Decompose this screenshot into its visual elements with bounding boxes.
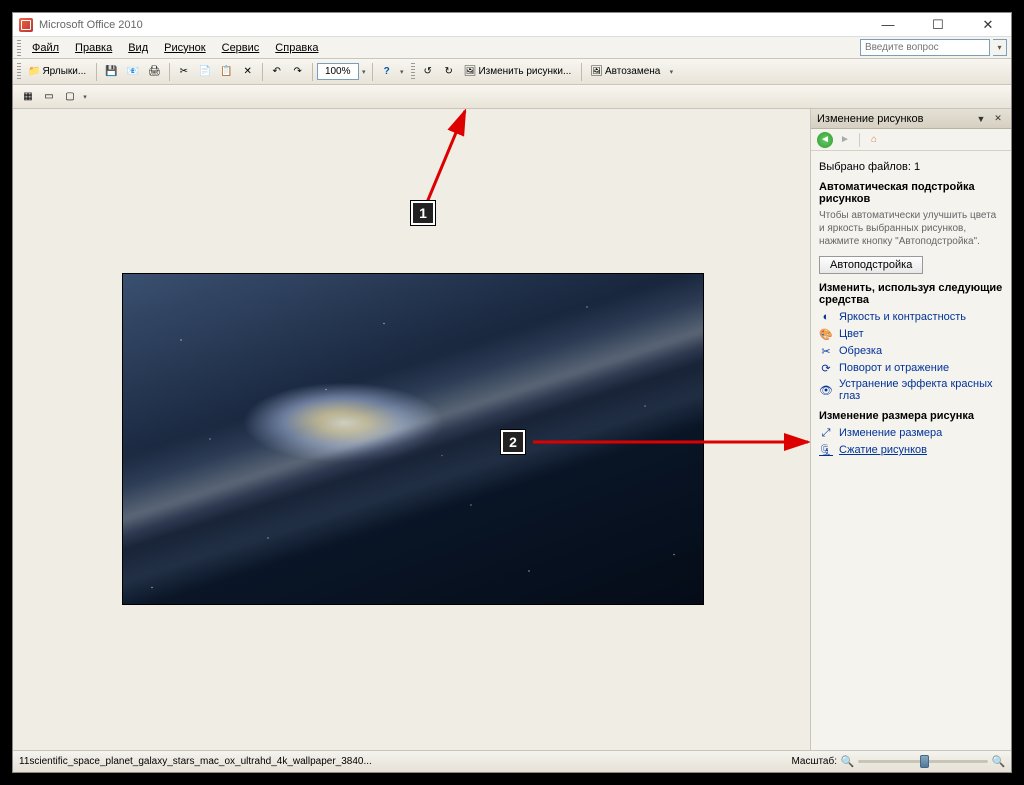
zoom-dropdown-icon[interactable]: ▾ xyxy=(360,68,368,76)
crop-icon: ✂ xyxy=(819,344,833,358)
close-button[interactable]: ✕ xyxy=(971,15,1005,35)
toolbar-view: ▦ ▭ ▢ ▾ xyxy=(13,85,1011,109)
zoom-thumb[interactable] xyxy=(920,755,929,768)
redeye-link[interactable]: 👁Устранение эффекта красных глаз xyxy=(819,378,1003,402)
app-window: Microsoft Office 2010 — ☐ ✕ Файл Правка … xyxy=(12,12,1012,773)
zoom-control: Масштаб: 🔍 🔍 xyxy=(791,755,1005,768)
menu-edit[interactable]: Правка xyxy=(67,40,120,56)
help-button[interactable]: ? xyxy=(377,62,397,82)
nav-forward-icon: ► xyxy=(837,132,853,148)
task-pane-nav: ◄ ► ⌂ xyxy=(811,129,1011,151)
separator xyxy=(262,63,263,81)
zoom-input[interactable] xyxy=(317,63,359,80)
zoom-label: Масштаб: xyxy=(791,756,837,767)
rotate-left-button[interactable]: ↺ xyxy=(418,62,438,82)
grip-icon xyxy=(411,63,415,81)
title-bar: Microsoft Office 2010 — ☐ ✕ xyxy=(13,13,1011,37)
status-bar: 11scientific_space_planet_galaxy_stars_m… xyxy=(13,750,1011,772)
grip-icon xyxy=(17,40,21,56)
task-pane-header: Изменение рисунков ▼ ✕ xyxy=(811,109,1011,129)
separator xyxy=(372,63,373,81)
thumbnails-view-button[interactable]: ▦ xyxy=(18,87,38,107)
task-pane-menu-icon[interactable]: ▼ xyxy=(974,112,988,126)
main-area: 1 2 Изменение рисунков ▼ ✕ ◄ ► ⌂ Выбрано… xyxy=(13,109,1011,750)
nav-back-icon[interactable]: ◄ xyxy=(817,132,833,148)
app-icon xyxy=(19,18,33,32)
app-title: Microsoft Office 2010 xyxy=(39,19,871,31)
brightness-link[interactable]: ◐Яркость и контрастность xyxy=(819,310,1003,324)
menu-bar: Файл Правка Вид Рисунок Сервис Справка ▾ xyxy=(13,37,1011,59)
compress-link[interactable]: 🗜Сжатие рисунков xyxy=(819,443,1003,457)
compress-icon: 🗜 xyxy=(819,443,833,457)
status-filename: 11scientific_space_planet_galaxy_stars_m… xyxy=(19,756,372,767)
auto-adjust-help: Чтобы автоматически улучшить цвета и ярк… xyxy=(819,209,1003,248)
paste-button[interactable]: 📋 xyxy=(216,62,236,82)
autoreplace-button[interactable]: 🖼Автозамена xyxy=(586,62,666,82)
zoom-in-icon[interactable]: 🔍 xyxy=(992,755,1005,768)
single-view-button[interactable]: ▢ xyxy=(60,87,80,107)
task-pane-close-icon[interactable]: ✕ xyxy=(991,112,1005,126)
minimize-button[interactable]: — xyxy=(871,15,905,35)
mail-button[interactable]: 📧 xyxy=(123,62,143,82)
color-icon: 🎨 xyxy=(819,327,833,341)
menu-service[interactable]: Сервис xyxy=(214,40,268,56)
separator xyxy=(169,63,170,81)
color-link[interactable]: 🎨Цвет xyxy=(819,327,1003,341)
selected-count: Выбрано файлов: 1 xyxy=(819,161,1003,173)
annotation-number-1: 1 xyxy=(411,201,435,225)
resize-icon: ⤢ xyxy=(819,426,833,440)
task-pane-title: Изменение рисунков xyxy=(817,113,971,125)
crop-link[interactable]: ✂Обрезка xyxy=(819,344,1003,358)
shortcuts-button[interactable]: 📁Ярлыки... xyxy=(24,62,92,82)
redo-button[interactable]: ↷ xyxy=(288,62,308,82)
canvas-area[interactable]: 1 2 xyxy=(13,109,811,750)
print-button[interactable]: 🖨 xyxy=(144,62,165,82)
auto-adjust-heading: Автоматическая подстройка рисунков xyxy=(819,181,1003,205)
toolbar-main: 📁Ярлыки... 💾 📧 🖨 ✂ 📄 📋 ✕ ↶ ↷ ▾ ? ▾ ↺ ↻ 🖼… xyxy=(13,59,1011,85)
picture-preview[interactable] xyxy=(123,274,703,604)
auto-adjust-button[interactable]: Автоподстройка xyxy=(819,256,923,274)
rotate-link[interactable]: ⟳Поворот и отражение xyxy=(819,361,1003,375)
separator xyxy=(581,63,582,81)
menu-file[interactable]: Файл xyxy=(24,40,67,56)
nav-home-icon[interactable]: ⌂ xyxy=(866,132,882,148)
delete-button[interactable]: ✕ xyxy=(238,62,258,82)
separator xyxy=(859,133,860,147)
brightness-icon: ◐ xyxy=(819,310,833,324)
edit-pictures-button[interactable]: 🖼Изменить рисунки... xyxy=(460,62,578,82)
separator xyxy=(96,63,97,81)
menu-help[interactable]: Справка xyxy=(267,40,326,56)
zoom-out-icon[interactable]: 🔍 xyxy=(841,755,854,768)
save-button[interactable]: 💾 xyxy=(101,62,121,82)
size-heading: Изменение размера рисунка xyxy=(819,410,1003,422)
tools-heading: Изменить, используя следующие средства xyxy=(819,282,1003,306)
menu-view[interactable]: Вид xyxy=(120,40,156,56)
maximize-button[interactable]: ☐ xyxy=(921,15,955,35)
zoom-slider[interactable] xyxy=(858,760,988,763)
separator xyxy=(312,63,313,81)
filmstrip-view-button[interactable]: ▭ xyxy=(39,87,59,107)
resize-link[interactable]: ⤢Изменение размера xyxy=(819,426,1003,440)
undo-button[interactable]: ↶ xyxy=(267,62,287,82)
help-search[interactable]: ▾ xyxy=(860,39,1007,56)
overflow-icon[interactable]: ▾ xyxy=(667,68,675,76)
help-search-input[interactable] xyxy=(860,39,990,56)
dropdown-icon[interactable]: ▾ xyxy=(993,39,1007,56)
grip-icon xyxy=(17,63,21,81)
copy-button[interactable]: 📄 xyxy=(195,62,215,82)
redeye-icon: 👁 xyxy=(819,383,833,397)
overflow-icon[interactable]: ▾ xyxy=(81,93,89,101)
menu-picture[interactable]: Рисунок xyxy=(156,40,214,56)
overflow-icon[interactable]: ▾ xyxy=(398,68,406,76)
rotate-icon: ⟳ xyxy=(819,361,833,375)
cut-button[interactable]: ✂ xyxy=(174,62,194,82)
rotate-right-button[interactable]: ↻ xyxy=(439,62,459,82)
task-pane: Изменение рисунков ▼ ✕ ◄ ► ⌂ Выбрано фай… xyxy=(811,109,1011,750)
